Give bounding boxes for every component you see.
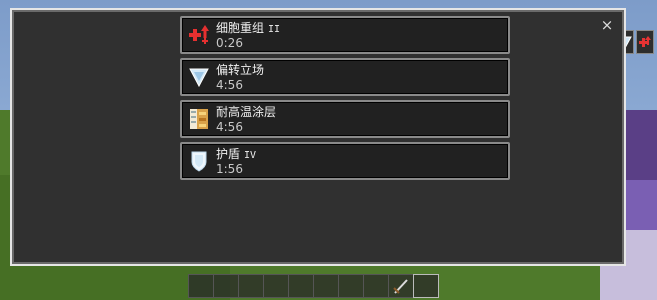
effect-name: 细胞重组: [216, 21, 265, 35]
hotbar-slot[interactable]: [188, 274, 214, 298]
red-cross-arrow-icon: [188, 24, 210, 46]
effects-list: 细胞重组 II 0:26 偏转立场 4:56 耐高温涂层 4:56 护盾 IV …: [180, 16, 510, 184]
effect-row[interactable]: 细胞重组 II 0:26: [180, 16, 510, 54]
effect-duration: 1:56: [216, 162, 243, 176]
heat-coating-icon: [188, 108, 210, 130]
hotbar-slot[interactable]: [313, 274, 339, 298]
hotbar-slot-selected[interactable]: [413, 274, 439, 298]
sword-icon: [393, 279, 408, 294]
effect-level: IV: [244, 150, 257, 161]
effect-level: II: [268, 24, 281, 35]
shield-icon: [188, 150, 210, 172]
close-button[interactable]: ×: [598, 16, 616, 34]
effect-duration: 0:26: [216, 36, 243, 50]
effect-name: 耐高温涂层: [216, 105, 277, 119]
hotbar-slot[interactable]: [363, 274, 389, 298]
hotbar-slot[interactable]: [263, 274, 289, 298]
effect-name: 偏转立场: [216, 63, 265, 77]
hotbar-slot[interactable]: [288, 274, 314, 298]
hotbar: [188, 274, 439, 300]
effect-duration: 4:56: [216, 120, 243, 134]
effects-panel: × 细胞重组 II 0:26 偏转立场 4:56 耐高温涂层 4:56 护盾 I…: [10, 8, 626, 266]
effect-row[interactable]: 护盾 IV 1:56: [180, 142, 510, 180]
hud-red-cross-icon: [636, 30, 654, 54]
hotbar-slot[interactable]: [238, 274, 264, 298]
effect-row[interactable]: 偏转立场 4:56: [180, 58, 510, 96]
hotbar-slot[interactable]: [338, 274, 364, 298]
hotbar-slot-sword[interactable]: [388, 274, 414, 298]
effect-duration: 4:56: [216, 78, 243, 92]
effect-name: 护盾: [216, 147, 241, 161]
hotbar-slot[interactable]: [213, 274, 239, 298]
effect-row[interactable]: 耐高温涂层 4:56: [180, 100, 510, 138]
triangle-shield-icon: [188, 66, 210, 88]
